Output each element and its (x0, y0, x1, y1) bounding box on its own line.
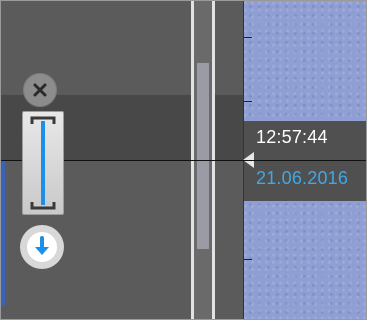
jump-to-time-button[interactable] (20, 225, 64, 269)
timeline-tick (244, 37, 252, 38)
player-frame: 12:57:44 21.06.2016 (0, 0, 367, 320)
current-date-label: 21.06.2016 (256, 168, 349, 188)
range-select-icon (30, 116, 56, 210)
close-icon (33, 83, 47, 97)
range-select-button[interactable] (22, 111, 64, 215)
arrow-down-icon (27, 232, 57, 262)
scrollbar-thumb[interactable] (197, 63, 209, 249)
timeline-tick (244, 259, 252, 260)
close-button[interactable] (23, 73, 57, 107)
timeline-tick (244, 101, 252, 102)
current-time-label: 12:57:44 (256, 127, 328, 147)
